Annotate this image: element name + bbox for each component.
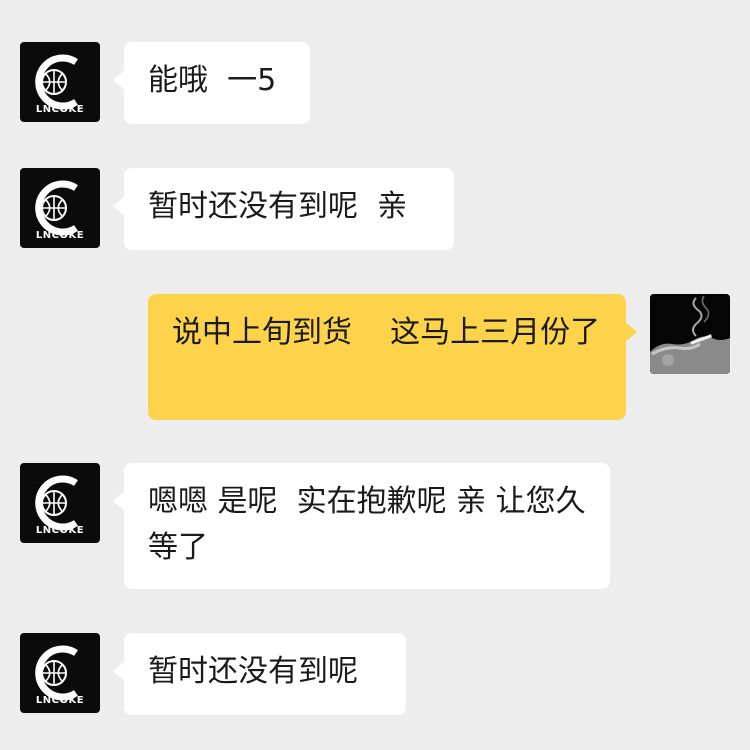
shop-avatar[interactable]: LNCOKE [20, 42, 100, 122]
message-text: 能哦 一5 [148, 63, 277, 98]
message-text: 暂时还没有到呢 亲 [148, 189, 408, 224]
message-bubble-incoming[interactable]: 嗯嗯 是呢 实在抱歉呢 亲 让您久等了 [113, 463, 610, 589]
message-text: 嗯嗯 是呢 实在抱歉呢 亲 让您久等了 [148, 484, 586, 565]
brand-logo-text: LNCOKE [35, 104, 85, 115]
message-text: 说中上旬到货 这马上三月份了 [172, 315, 601, 350]
chat-window: LNCOKE 能哦 一5 LNCOKE 暂时还没有到呢 亲 说中上旬到货 这马上… [0, 0, 750, 750]
user-avatar[interactable] [650, 294, 730, 374]
brand-logo-text: LNCOKE [35, 230, 85, 241]
message-bubble-incoming[interactable]: 暂时还没有到呢 亲 [113, 168, 454, 250]
brand-logo-text: LNCOKE [35, 525, 85, 536]
shop-avatar[interactable]: LNCOKE [20, 633, 100, 713]
message-bubble-outgoing[interactable]: 说中上旬到货 这马上三月份了 [148, 294, 637, 420]
message-bubble-incoming[interactable]: 暂时还没有到呢 [113, 633, 406, 715]
shop-avatar[interactable]: LNCOKE [20, 463, 100, 543]
message-text: 暂时还没有到呢 [148, 654, 358, 689]
shop-avatar[interactable]: LNCOKE [20, 168, 100, 248]
brand-logo-text: LNCOKE [35, 695, 85, 706]
message-bubble-incoming[interactable]: 能哦 一5 [113, 42, 310, 124]
smoking-portrait-icon [650, 294, 730, 374]
